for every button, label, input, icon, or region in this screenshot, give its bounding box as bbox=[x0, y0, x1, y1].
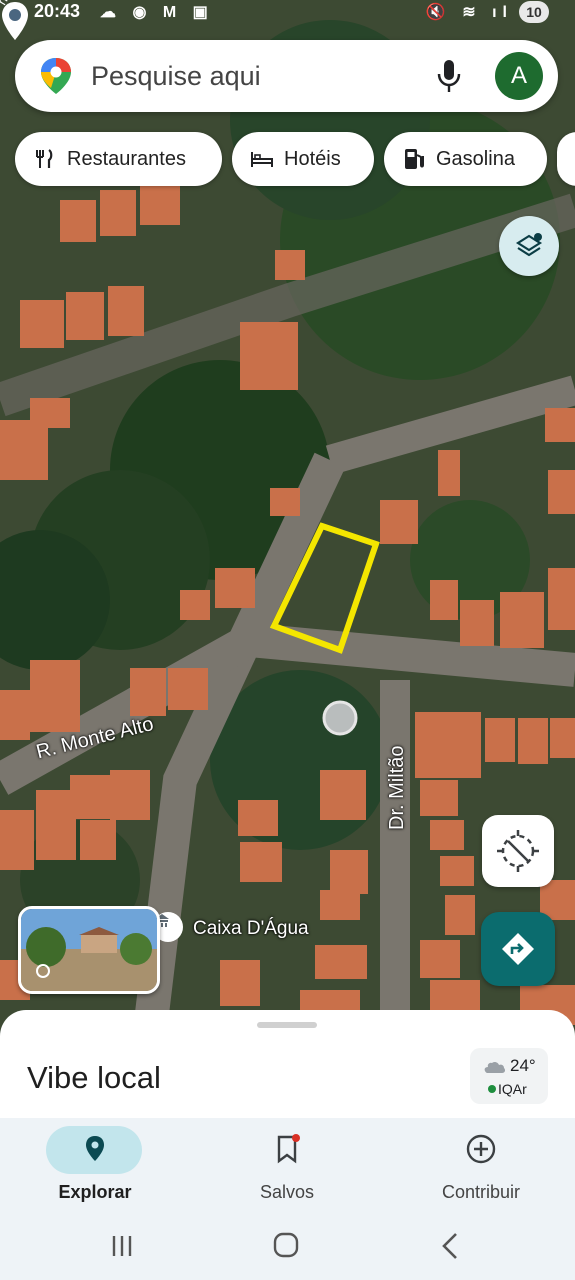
bookmark-icon bbox=[277, 1134, 300, 1164]
chip-label: Gasolina bbox=[436, 147, 515, 170]
air-quality-dot bbox=[488, 1085, 496, 1093]
my-location-button[interactable] bbox=[482, 815, 554, 887]
layers-icon bbox=[515, 233, 543, 257]
nav-contribute[interactable]: Contribuir bbox=[386, 1118, 575, 1212]
add-circle-icon bbox=[466, 1134, 496, 1164]
chip-restaurants[interactable]: Restaurantes bbox=[15, 132, 222, 186]
fork-knife-icon bbox=[33, 147, 57, 171]
chip-gas[interactable]: Gasolina bbox=[384, 132, 547, 186]
poi-label-caixa-dagua[interactable]: Caixa D'Água bbox=[193, 918, 309, 940]
recent-apps-icon[interactable] bbox=[102, 1230, 142, 1262]
chip-hotels[interactable]: Hotéis bbox=[232, 132, 374, 186]
nav-contribute-label: Contribuir bbox=[441, 1182, 521, 1202]
chip-label: Restaurantes bbox=[67, 147, 186, 170]
system-navigation-bar bbox=[0, 1212, 575, 1280]
system-icons: 🔇 ≋ ıl bbox=[425, 4, 513, 21]
search-bar[interactable]: Pesquise aqui A bbox=[15, 40, 558, 112]
sheet-title: Vibe local bbox=[27, 1060, 161, 1095]
bottom-navigation: Explorar Salvos Contribuir bbox=[0, 1118, 575, 1212]
nav-explore[interactable]: Explorar bbox=[0, 1118, 190, 1212]
bed-icon bbox=[250, 147, 274, 171]
search-input[interactable]: Pesquise aqui bbox=[91, 61, 261, 92]
directions-button[interactable] bbox=[481, 912, 555, 986]
air-quality-label: IQAr bbox=[498, 1081, 527, 1097]
sheet-drag-handle[interactable] bbox=[257, 1022, 317, 1028]
explore-pin-icon bbox=[86, 1136, 104, 1161]
microphone-icon[interactable] bbox=[435, 58, 463, 94]
nav-saved[interactable]: Salvos bbox=[192, 1118, 382, 1212]
street-label-dr-mitao: Dr. Miltão bbox=[386, 745, 408, 830]
battery-indicator: 10 bbox=[519, 1, 549, 23]
status-time: 20:43 bbox=[34, 1, 81, 21]
layers-button[interactable] bbox=[499, 216, 559, 276]
home-icon[interactable] bbox=[266, 1230, 306, 1262]
weather-widget[interactable]: 24° IQAr bbox=[470, 1048, 548, 1104]
back-icon[interactable] bbox=[430, 1230, 470, 1262]
nav-saved-label: Salvos bbox=[259, 1182, 315, 1202]
google-maps-logo-icon bbox=[41, 58, 71, 94]
gps-off-icon bbox=[497, 830, 539, 872]
status-corner-text: nto bbox=[0, 0, 16, 8]
chip-label: Hotéis bbox=[284, 147, 341, 170]
cloud-icon bbox=[484, 1061, 506, 1073]
notification-icons: ☁ ◉ M ▣ bbox=[100, 4, 214, 21]
weather-temperature: 24° bbox=[510, 1056, 536, 1075]
directions-icon bbox=[502, 933, 534, 965]
bottom-sheet[interactable]: Vibe local 24° IQAr bbox=[0, 1010, 575, 1130]
account-avatar[interactable]: A bbox=[495, 52, 543, 100]
street-view-thumbnail[interactable] bbox=[18, 906, 160, 994]
status-bar: nto 20:43 ☁ ◉ M ▣ 🔇 ≋ ıl 10 bbox=[0, 0, 575, 26]
gas-pump-icon bbox=[402, 147, 426, 171]
nav-explore-label: Explorar bbox=[58, 1182, 132, 1202]
